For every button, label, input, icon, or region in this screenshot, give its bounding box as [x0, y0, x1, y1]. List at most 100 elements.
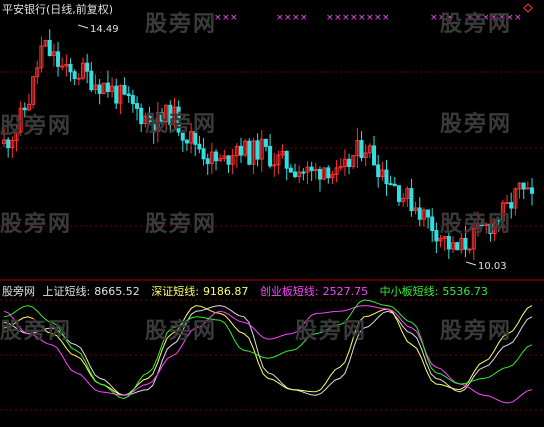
- candle-body: [480, 223, 485, 227]
- marker-icon: ×: [284, 13, 292, 23]
- source-label: 股旁网: [2, 285, 35, 298]
- marker-icon: ×: [506, 13, 514, 23]
- high-price-label: 14.49: [90, 24, 119, 35]
- candle-body: [68, 63, 73, 73]
- candle-body: [247, 140, 252, 165]
- candle-body: [530, 187, 534, 194]
- candle-body: [6, 139, 11, 149]
- candle-body: [126, 93, 131, 97]
- candle-body: [488, 223, 493, 234]
- candle-body: [201, 148, 206, 160]
- legend-item-shanghai: 上证短线: 8665.52: [42, 285, 140, 298]
- marker-icon: ×: [292, 13, 300, 23]
- candle-body: [85, 62, 90, 72]
- candle-body: [76, 77, 81, 80]
- chart-canvas[interactable]: 14.4910.03× × × × × × × × × × × × × × × × × × × × × × × × ×: [0, 0, 544, 427]
- marker-icon: ×: [276, 13, 284, 23]
- candle-body: [301, 171, 306, 174]
- candle-body: [288, 167, 293, 173]
- candle-body: [392, 183, 397, 187]
- marker-icon: ×: [358, 13, 366, 23]
- candle-body: [293, 171, 298, 178]
- candle-body: [384, 169, 389, 185]
- marker-icon: ×: [382, 13, 390, 23]
- candle-body: [151, 121, 156, 132]
- candle-body: [130, 95, 135, 105]
- legend-item-chinext: 创业板短线: 2527.75: [259, 285, 369, 298]
- marker-icon: ×: [482, 13, 490, 23]
- marker-icon: ×: [342, 13, 350, 23]
- candle-body: [168, 104, 173, 126]
- candle-body: [426, 209, 431, 218]
- marker-icon: ×: [466, 13, 474, 23]
- candle-body: [47, 39, 52, 57]
- legend-item-sme: 中小板短线: 5536.73: [379, 285, 488, 298]
- candle-body: [22, 107, 27, 111]
- marker-icon: ×: [222, 13, 230, 23]
- marker-icon: ×: [350, 13, 358, 23]
- stock-chart-window: 14.49 10.03 × × × × × × × × × × × × × × × × × × × × × × × × × 平安银行…: [0, 0, 544, 427]
- candle-body: [89, 70, 94, 91]
- candle-body: [463, 237, 468, 250]
- candle-body: [114, 85, 119, 104]
- candle-body: [193, 131, 198, 145]
- candle-body: [505, 202, 510, 205]
- candle-body: [434, 230, 439, 242]
- candle-body: [122, 85, 127, 95]
- stock-title: 平安银行(日线,前复权): [2, 3, 114, 16]
- candle-body: [284, 150, 289, 169]
- diamond-marker-icon: [523, 3, 533, 13]
- marker-icon: ×: [490, 13, 498, 23]
- indicator-line: [3, 299, 533, 400]
- arrow-icon: [465, 261, 477, 266]
- low-price-label: 10.03: [478, 261, 507, 272]
- candle-body: [376, 164, 381, 178]
- candle-body: [521, 182, 526, 190]
- candle-body: [309, 166, 314, 172]
- candle-body: [388, 183, 393, 186]
- marker-icon: ×: [230, 13, 238, 23]
- candle-body: [455, 242, 460, 251]
- candle-body: [263, 138, 268, 147]
- marker-icon: ×: [474, 13, 482, 23]
- candle-body: [238, 145, 243, 156]
- marker-icon: ×: [374, 13, 382, 23]
- marker-icon: ×: [446, 13, 454, 23]
- candle-body: [255, 140, 260, 160]
- marker-icon: ×: [498, 13, 506, 23]
- candle-body: [326, 167, 331, 179]
- candle-body: [97, 84, 102, 94]
- candle-body: [317, 168, 322, 180]
- candle-body: [60, 65, 65, 68]
- candle-body: [184, 139, 189, 144]
- marker-icon: ×: [300, 13, 308, 23]
- candle-body: [226, 155, 231, 165]
- candle-body: [359, 140, 364, 158]
- candle-body: [56, 51, 61, 67]
- marker-icon: ×: [514, 13, 522, 23]
- indicator-legend: 股旁网 上证短线: 8665.52 深证短线: 9186.87 创业板短线: 2527…: [2, 285, 496, 298]
- candle-body: [496, 219, 501, 222]
- candle-body: [105, 82, 110, 92]
- candle-body: [147, 115, 152, 123]
- candle-body: [417, 207, 422, 220]
- marker-icon: ×: [430, 13, 438, 23]
- candle-body: [409, 188, 414, 212]
- candle-body: [372, 145, 377, 166]
- candle-body: [197, 143, 202, 150]
- candle-body: [176, 106, 181, 133]
- candle-body: [268, 145, 273, 167]
- candle-body: [467, 248, 472, 251]
- candle-body: [205, 158, 210, 165]
- candle-body: [396, 185, 401, 202]
- candle-body: [446, 236, 451, 250]
- candle-body: [509, 202, 514, 209]
- arrow-icon: [77, 24, 89, 29]
- marker-icon: ×: [438, 13, 446, 23]
- candle-body: [135, 103, 140, 109]
- marker-icon: ×: [366, 13, 374, 23]
- marker-icon: ×: [214, 13, 222, 23]
- candle-body: [139, 107, 144, 125]
- candle-body: [180, 131, 185, 141]
- marker-icon: ×: [334, 13, 342, 23]
